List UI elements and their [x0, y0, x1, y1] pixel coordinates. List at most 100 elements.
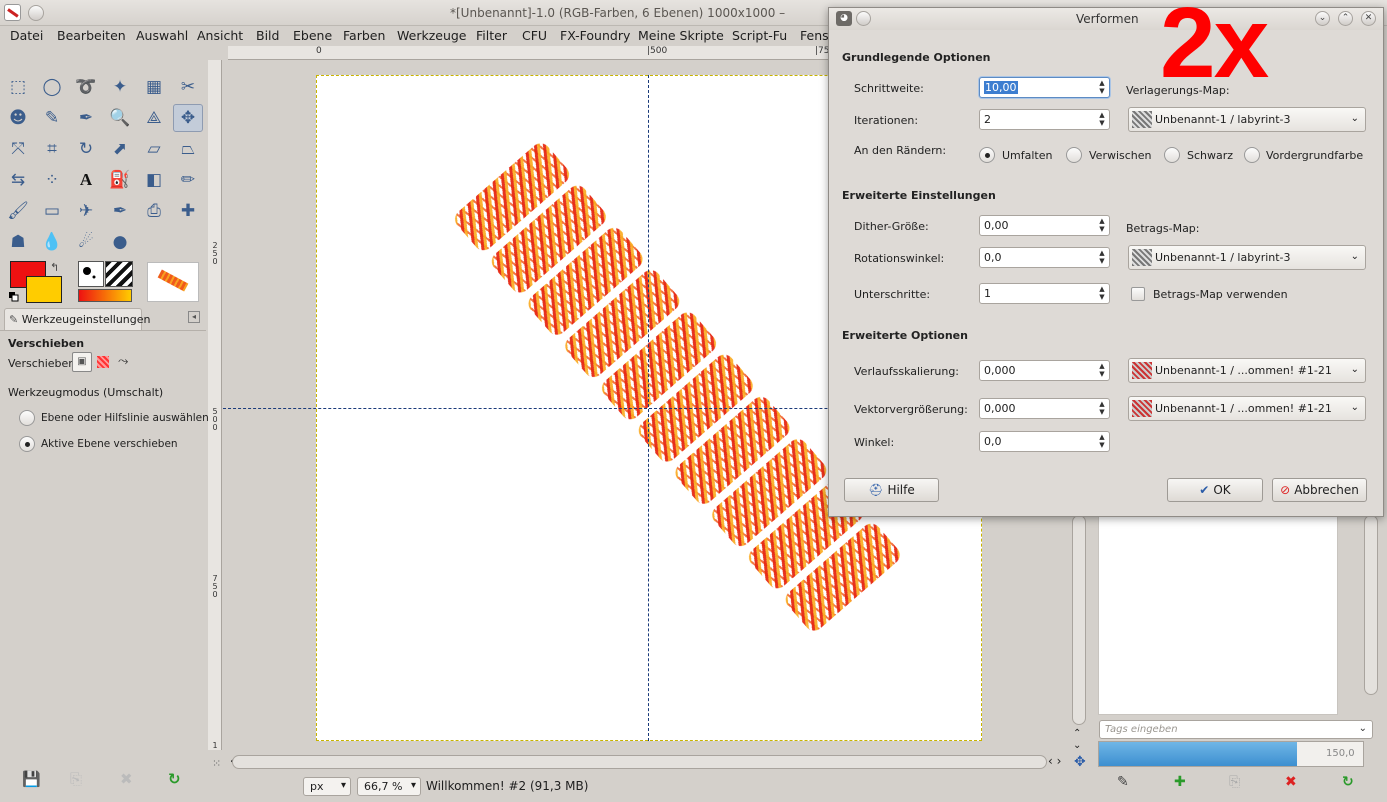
color-select-icon[interactable]: ▦	[139, 73, 169, 101]
tool-options-tab[interactable]: ✎ Werkzeugeinstellungen	[4, 308, 151, 330]
scale-icon[interactable]: ⬈	[105, 135, 135, 163]
menu-ansicht[interactable]: Ansicht	[197, 28, 243, 43]
vertical-scrollbar[interactable]	[1072, 515, 1086, 725]
scroll-vertical-arrows-icon[interactable]: ⌃ ⌄	[1073, 728, 1081, 752]
ink-icon[interactable]: ✒	[105, 197, 135, 225]
menu-ebene[interactable]: Ebene	[293, 28, 332, 43]
text-icon[interactable]: A	[71, 166, 101, 194]
paintbrush-icon[interactable]: 🖌	[3, 197, 33, 225]
shear-icon[interactable]: ▱	[139, 135, 169, 163]
delete-brush-icon[interactable]: ✖	[1285, 774, 1297, 790]
menu-fx-foundry[interactable]: FX-Foundry	[560, 28, 630, 43]
quick-mask-icon[interactable]: ⁙	[212, 757, 221, 770]
foreground-select-icon[interactable]: ☻	[3, 104, 33, 132]
displace-map-select[interactable]: Unbenannt-1 / labyrint-3 ⌄	[1128, 107, 1366, 132]
ok-button[interactable]: ✔ OK	[1167, 478, 1263, 502]
color-picker-icon[interactable]: ✒	[71, 104, 101, 132]
heal-icon[interactable]: ✚	[173, 197, 203, 225]
rotate-icon[interactable]: ↻	[71, 135, 101, 163]
vector-scale-input[interactable]: 0,000 ▲ ▼	[979, 398, 1110, 419]
radio-pick-layer[interactable]	[19, 410, 35, 426]
dither-size-input[interactable]: 0,00 ▲ ▼	[979, 215, 1110, 236]
navigate-icon[interactable]: ✥	[1074, 754, 1086, 770]
tab-menu-icon[interactable]: ◂	[188, 311, 200, 323]
cancel-button[interactable]: ⊘ Abbrechen	[1272, 478, 1367, 502]
spin-arrows-icon[interactable]: ▲ ▼	[1097, 285, 1107, 301]
restore-options-icon[interactable]: ⎘	[70, 770, 82, 788]
magnitude-map-select[interactable]: Unbenannt-1 / labyrint-3 ⌄	[1128, 245, 1366, 270]
window-menu-button[interactable]	[28, 5, 44, 21]
dock-preview-area[interactable]	[1098, 515, 1338, 715]
vertical-ruler[interactable]: 2 5 0 5 0 0 7 5 0 1	[208, 60, 222, 750]
vector-map-select[interactable]: Unbenannt-1 / ...ommen! #1-21 ⌄	[1128, 396, 1366, 421]
close-icon[interactable]: ✕	[1361, 11, 1376, 26]
menu-bild[interactable]: Bild	[256, 28, 279, 43]
new-brush-icon[interactable]: ✚	[1174, 774, 1186, 790]
zoom-icon[interactable]: 🔍	[105, 104, 135, 132]
radio-wrap[interactable]	[979, 147, 995, 163]
move-layer-icon[interactable]: ▣	[72, 352, 92, 372]
spin-arrows-icon[interactable]: ▲ ▼	[1097, 249, 1107, 265]
spin-arrows-icon[interactable]: ▲ ▼	[1097, 433, 1107, 449]
iterations-input[interactable]: 2 ▲ ▼	[979, 109, 1110, 130]
menu-script-fu[interactable]: Script-Fu	[732, 28, 787, 43]
fuzzy-select-icon[interactable]: ✦	[105, 73, 135, 101]
perspective-clone-icon[interactable]: ☗	[3, 228, 33, 256]
edit-brush-icon[interactable]: ✎	[1117, 774, 1129, 790]
dock-scrollbar[interactable]	[1364, 515, 1378, 695]
scroll-arrows-icon[interactable]: ‹ ›	[1048, 754, 1061, 768]
menu-filter[interactable]: Filter	[476, 28, 507, 43]
zoom-select[interactable]: 66,7 % ▾	[357, 777, 421, 796]
unit-select[interactable]: px ▾	[303, 777, 351, 796]
menu-werkzeuge[interactable]: Werkzeuge	[397, 28, 467, 43]
swap-colors-icon[interactable]: ↰	[50, 261, 59, 274]
refresh-brushes-icon[interactable]: ↻	[1342, 774, 1354, 790]
horizontal-ruler[interactable]: 0 |500 |75	[228, 46, 829, 60]
rect-select-icon[interactable]: ⬚	[3, 73, 33, 101]
step-size-input[interactable]: 10,00 ▲ ▼	[979, 77, 1110, 98]
duplicate-brush-icon[interactable]: ⎘	[1229, 774, 1240, 790]
gradient-map-select[interactable]: Unbenannt-1 / ...ommen! #1-21 ⌄	[1128, 358, 1366, 383]
use-magnitude-map-checkbox[interactable]	[1131, 287, 1145, 301]
delete-options-icon[interactable]: ✖	[120, 770, 133, 788]
menu-cfu[interactable]: CFU	[522, 28, 547, 43]
blend-icon[interactable]: ◧	[139, 166, 169, 194]
menu-meine-skripte[interactable]: Meine Skripte	[638, 28, 724, 43]
paths-icon[interactable]: ✎	[37, 104, 67, 132]
radio-foreground[interactable]	[1244, 147, 1260, 163]
menu-auswahl[interactable]: Auswahl	[136, 28, 188, 43]
clone-icon[interactable]: ⎙	[139, 197, 169, 225]
menu-datei[interactable]: Datei	[10, 28, 43, 43]
background-color-swatch[interactable]	[26, 276, 62, 303]
blur-icon[interactable]: 💧	[37, 228, 67, 256]
crop-icon[interactable]: ⌗	[37, 135, 67, 163]
move-path-icon[interactable]: ⤳	[118, 354, 128, 369]
airbrush-icon[interactable]: ✈	[71, 197, 101, 225]
spin-arrows-icon[interactable]: ▲ ▼	[1097, 79, 1107, 95]
move-icon[interactable]: ✥	[173, 104, 203, 132]
ellipse-select-icon[interactable]: ◯	[37, 73, 67, 101]
brush-preview[interactable]	[78, 261, 104, 287]
help-button[interactable]: ⛑ Hilfe	[844, 478, 939, 502]
gradient-preview[interactable]	[78, 289, 132, 302]
radio-black[interactable]	[1164, 147, 1180, 163]
substeps-input[interactable]: 1 ▲ ▼	[979, 283, 1110, 304]
align-icon[interactable]: ⤧	[3, 135, 33, 163]
tag-input[interactable]: Tags eingeben ⌄	[1099, 720, 1373, 739]
perspective-icon[interactable]: ⏢	[173, 135, 203, 163]
reset-options-icon[interactable]: ↻	[168, 770, 181, 788]
horizontal-scrollbar[interactable]	[232, 755, 1047, 769]
cage-icon[interactable]: ⁘	[37, 166, 67, 194]
dodge-burn-icon[interactable]: ●	[105, 228, 135, 256]
rotation-angle-input[interactable]: 0,0 ▲ ▼	[979, 247, 1110, 268]
bucket-fill-icon[interactable]: ⛽	[105, 166, 135, 194]
radio-move-active-layer[interactable]	[19, 436, 35, 452]
dialog-menu-button[interactable]	[856, 11, 871, 26]
menu-bearbeiten[interactable]: Bearbeiten	[57, 28, 126, 43]
minimize-icon[interactable]: ⌄	[1315, 11, 1330, 26]
save-options-icon[interactable]: 💾	[22, 770, 41, 788]
angle-input[interactable]: 0,0 ▲ ▼	[979, 431, 1110, 452]
active-image-thumbnail[interactable]	[147, 262, 199, 302]
menu-farben[interactable]: Farben	[343, 28, 385, 43]
move-selection-icon[interactable]	[97, 356, 109, 368]
